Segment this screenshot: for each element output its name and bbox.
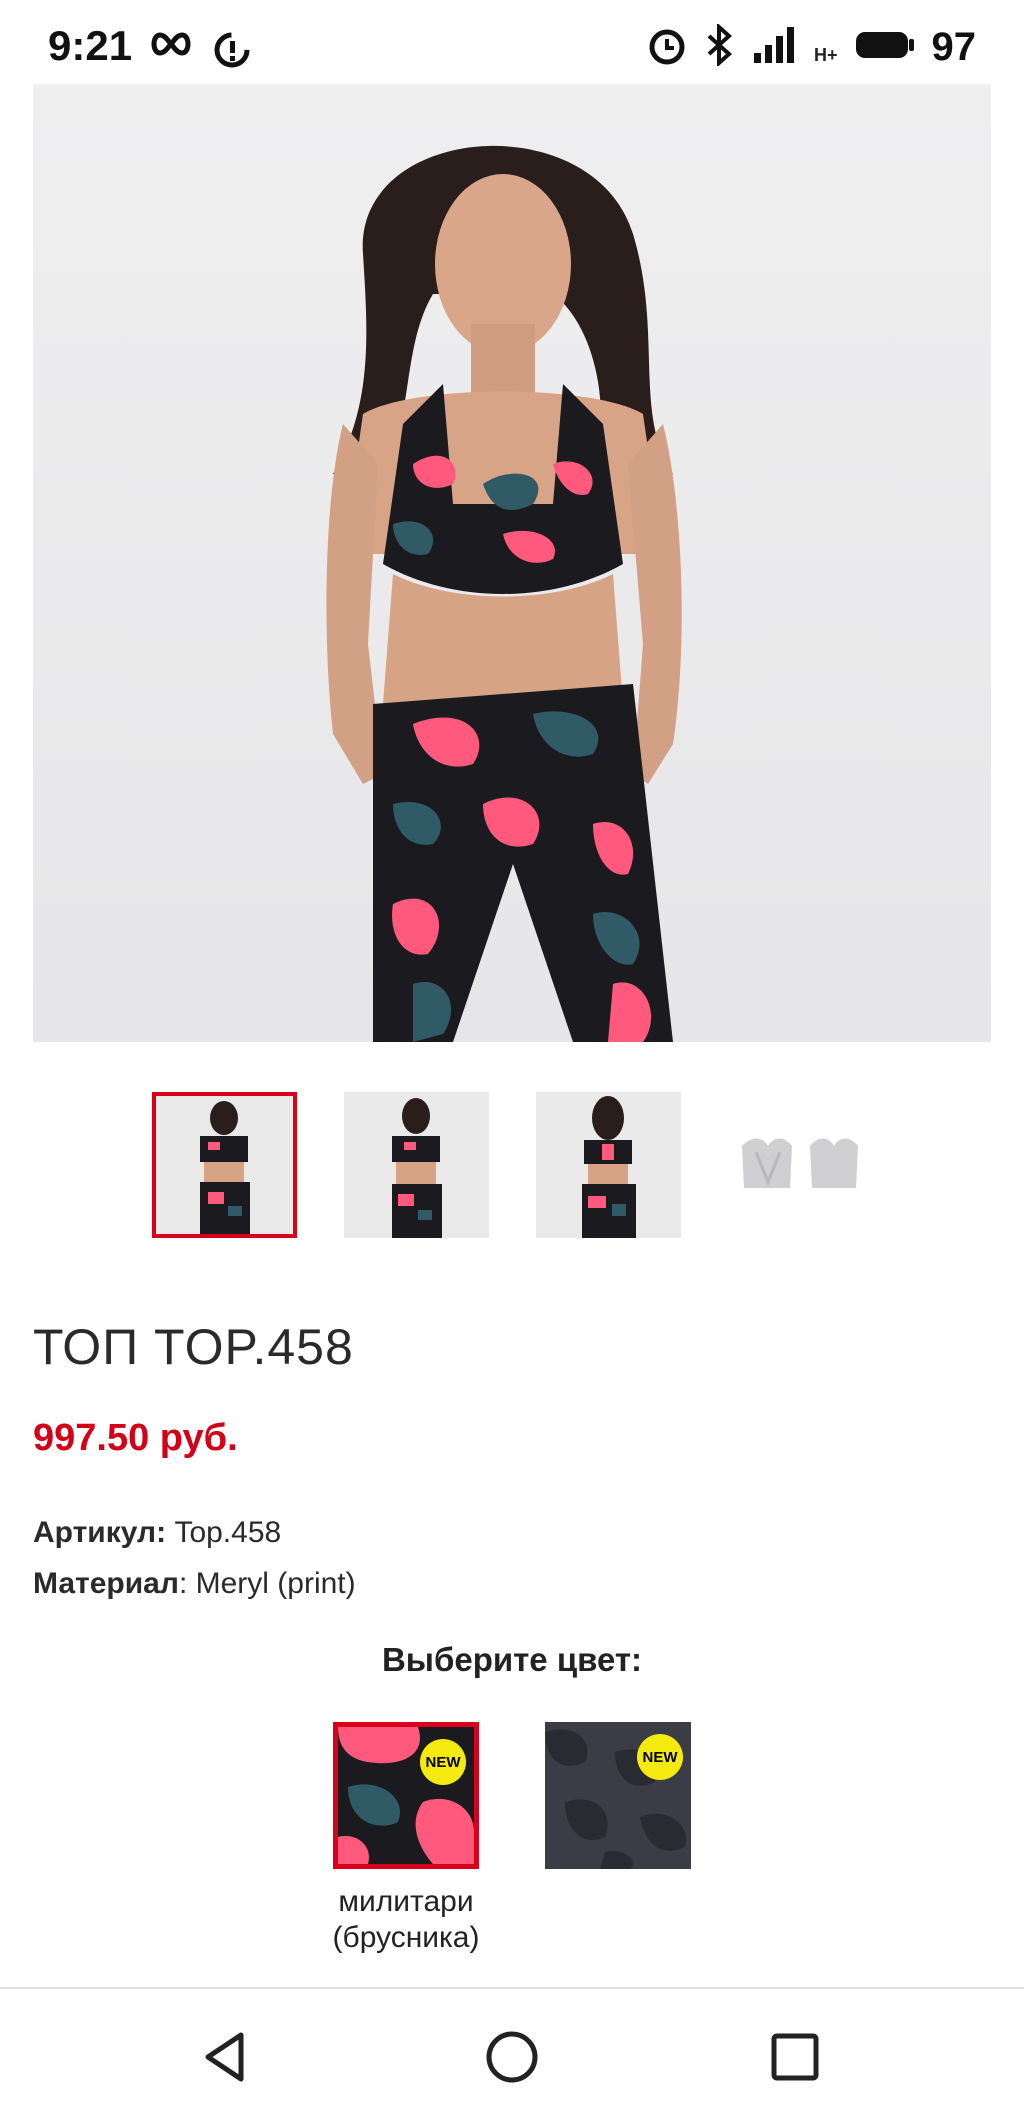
status-bar: 9:21 H+ 97 xyxy=(0,0,1024,84)
new-badge: NEW xyxy=(637,1734,683,1780)
signal-icon xyxy=(750,25,798,70)
product-main-image[interactable] xyxy=(33,84,991,1042)
infinity-icon xyxy=(148,30,194,75)
selected-color-name: милитари (брусника) xyxy=(298,1884,514,1956)
status-time: 9:21 xyxy=(48,22,133,69)
material-label: Материал xyxy=(33,1567,179,1600)
thumbnail-product-only[interactable] xyxy=(728,1092,873,1238)
color-swatch-camo-gray[interactable]: NEW xyxy=(545,1722,691,1869)
thumbnail-front[interactable] xyxy=(152,1092,297,1238)
selected-color-name-line2: (брусника) xyxy=(332,1921,480,1954)
network-type: H+ xyxy=(813,45,838,65)
bluetooth-icon xyxy=(704,22,734,71)
sku-label: Артикул: xyxy=(33,1516,167,1549)
sync-alert-icon xyxy=(212,30,252,75)
material-row: Материал: Meryl (print) xyxy=(33,1567,356,1601)
battery-level: 97 xyxy=(931,25,977,69)
system-nav-bar xyxy=(0,1989,1024,2127)
home-icon[interactable] xyxy=(482,2027,542,2087)
battery-icon xyxy=(854,29,916,66)
status-icons-right: H+ 97 xyxy=(646,22,977,71)
selected-color-name-line1: милитари xyxy=(338,1885,474,1918)
thumbnail-back[interactable] xyxy=(536,1092,681,1238)
color-heading: Выберите цвет: xyxy=(381,1641,643,1678)
material-value: : Meryl (print) xyxy=(178,1567,356,1600)
product-title: ТОП TOP.458 xyxy=(33,1319,354,1375)
new-badge: NEW xyxy=(420,1739,466,1785)
thumbnail-front-full[interactable] xyxy=(344,1092,489,1238)
sku-value: Top.458 xyxy=(174,1516,282,1549)
back-icon[interactable] xyxy=(196,2027,256,2087)
alarm-icon xyxy=(646,24,688,71)
recent-apps-icon[interactable] xyxy=(765,2027,825,2087)
thumbnail-strip xyxy=(152,1092,873,1238)
product-price: 997.50 руб. xyxy=(33,1417,238,1459)
status-icons-left xyxy=(148,30,252,75)
sku-row: Артикул: Top.458 xyxy=(33,1516,281,1550)
color-swatch-camo-pink[interactable]: NEW xyxy=(333,1722,479,1869)
